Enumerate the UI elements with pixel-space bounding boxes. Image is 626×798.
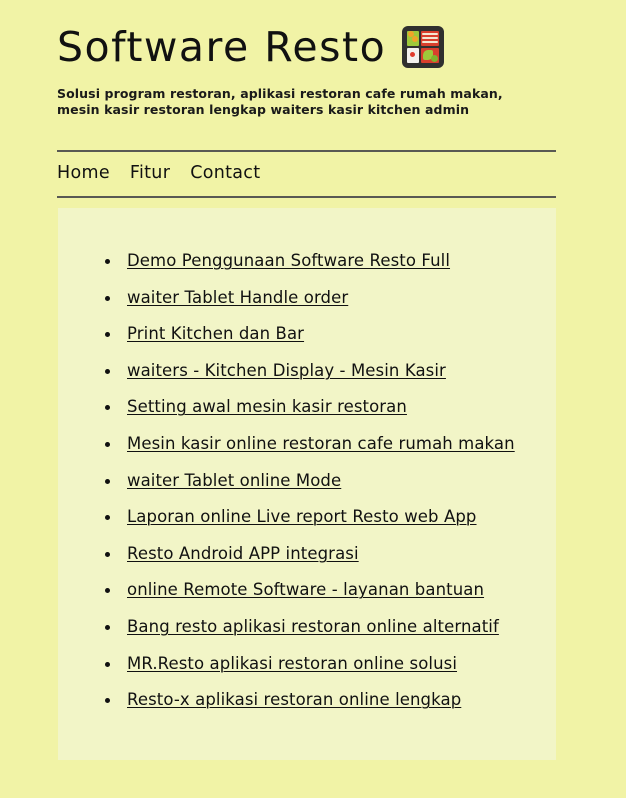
list-item: waiters - Kitchen Display - Mesin Kasir (105, 360, 545, 382)
list-item: Mesin kasir online restoran cafe rumah m… (105, 433, 545, 455)
list-item: Bang resto aplikasi restoran online alte… (105, 616, 545, 638)
content-panel: Demo Penggunaan Software Resto Full wait… (58, 208, 556, 760)
link-waiter-tablet-handle-order[interactable]: waiter Tablet Handle order (127, 288, 348, 307)
page-title: Software Resto (57, 22, 557, 72)
link-waiter-tablet-online-mode[interactable]: waiter Tablet online Mode (127, 471, 341, 490)
link-resto-android-app[interactable]: Resto Android APP integrasi (127, 544, 359, 563)
main-navigation: Home Fitur Contact (57, 162, 260, 184)
header-divider-bottom (57, 196, 556, 198)
site-header: Software Resto Solusi program restoran, … (57, 22, 557, 118)
link-mesin-kasir-online[interactable]: Mesin kasir online restoran cafe rumah m… (127, 434, 515, 453)
link-laporan-online-live-report[interactable]: Laporan online Live report Resto web App (127, 507, 477, 526)
link-resto-x[interactable]: Resto-x aplikasi restoran online lengkap (127, 690, 461, 709)
list-item: Resto Android APP integrasi (105, 543, 545, 565)
link-demo-penggunaan[interactable]: Demo Penggunaan Software Resto Full (127, 251, 450, 270)
header-divider-top (57, 150, 556, 152)
page-root: Software Resto Solusi program restoran, … (0, 0, 626, 798)
bento-box-icon (400, 24, 446, 70)
link-mr-resto[interactable]: MR.Resto aplikasi restoran online solusi (127, 654, 457, 673)
link-print-kitchen-dan-bar[interactable]: Print Kitchen dan Bar (127, 324, 304, 343)
feature-link-list: Demo Penggunaan Software Resto Full wait… (105, 250, 545, 726)
nav-item-home[interactable]: Home (57, 162, 110, 184)
nav-item-fitur[interactable]: Fitur (130, 162, 170, 184)
list-item: Print Kitchen dan Bar (105, 323, 545, 345)
list-item: Demo Penggunaan Software Resto Full (105, 250, 545, 272)
list-item: waiter Tablet online Mode (105, 470, 545, 492)
list-item: online Remote Software - layanan bantuan (105, 579, 545, 601)
list-item: MR.Resto aplikasi restoran online solusi (105, 653, 545, 675)
site-title-text: Software Resto (57, 23, 387, 71)
list-item: waiter Tablet Handle order (105, 287, 545, 309)
nav-item-contact[interactable]: Contact (190, 162, 260, 184)
link-setting-awal-mesin-kasir[interactable]: Setting awal mesin kasir restoran (127, 397, 407, 416)
list-item: Setting awal mesin kasir restoran (105, 396, 545, 418)
link-waiters-kitchen-display-mesin-kasir[interactable]: waiters - Kitchen Display - Mesin Kasir (127, 361, 446, 380)
link-bang-resto[interactable]: Bang resto aplikasi restoran online alte… (127, 617, 499, 636)
list-item: Resto-x aplikasi restoran online lengkap (105, 689, 545, 711)
list-item: Laporan online Live report Resto web App (105, 506, 545, 528)
site-tagline: Solusi program restoran, aplikasi restor… (57, 86, 503, 117)
link-online-remote-software[interactable]: online Remote Software - layanan bantuan (127, 580, 484, 599)
